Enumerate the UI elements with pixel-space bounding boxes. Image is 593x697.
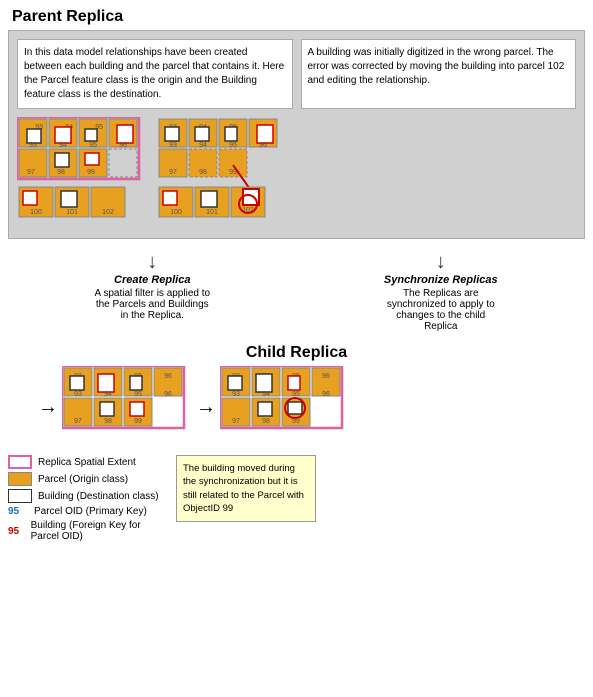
svg-text:99: 99 bbox=[134, 418, 142, 425]
child-replica-title: Child Replica bbox=[8, 344, 585, 362]
svg-text:102: 102 bbox=[102, 209, 114, 216]
child-right-parcels: 93 94 95 96 93 94 95 96 97 98 bbox=[220, 366, 360, 449]
svg-text:98: 98 bbox=[57, 169, 65, 176]
svg-text:96: 96 bbox=[164, 373, 172, 380]
svg-text:97: 97 bbox=[169, 169, 177, 176]
svg-text:98: 98 bbox=[104, 418, 112, 425]
svg-text:98: 98 bbox=[199, 169, 207, 176]
legend-col: Replica Spatial Extent Parcel (Origin cl… bbox=[8, 455, 168, 545]
legend-orange-box bbox=[8, 472, 32, 486]
child-left-parcels: 93 94 95 96 93 94 95 96 97 98 bbox=[62, 366, 192, 449]
legend-parcel-origin: Parcel (Origin class) bbox=[8, 472, 168, 486]
svg-text:93: 93 bbox=[74, 391, 82, 398]
svg-text:96: 96 bbox=[322, 373, 330, 380]
sync-replicas-box: ↓ Synchronize Replicas The Replicas are … bbox=[297, 247, 586, 332]
parent-left-parcels: 93 94 95 96 97 98 bbox=[17, 117, 147, 230]
svg-text:97: 97 bbox=[74, 418, 82, 425]
svg-text:95: 95 bbox=[89, 142, 97, 149]
legend-replica-label: Replica Spatial Extent bbox=[38, 457, 136, 468]
legend-building-dest: Building (Destination class) bbox=[8, 489, 168, 503]
svg-text:99: 99 bbox=[292, 418, 300, 425]
legend-red-num: 95 bbox=[8, 526, 25, 537]
left-parcel-svg: 93 94 95 96 97 98 bbox=[17, 117, 147, 227]
legend-building-label: Building (Destination class) bbox=[38, 491, 159, 502]
child-visual-col: The building moved during the synchroniz… bbox=[176, 455, 585, 545]
sync-replicas-desc: The Replicas are synchronized to apply t… bbox=[381, 288, 501, 332]
legend-blue-num: 95 bbox=[8, 506, 28, 517]
down-arrow-left: ↓ bbox=[147, 251, 157, 274]
parent-replica-box: In this data model relationships have be… bbox=[8, 30, 585, 239]
legend-replica-spatial: Replica Spatial Extent bbox=[8, 455, 168, 469]
svg-text:96: 96 bbox=[322, 391, 330, 398]
svg-text:100: 100 bbox=[170, 209, 182, 216]
svg-text:96: 96 bbox=[119, 142, 127, 149]
child-right-svg: 93 94 95 96 93 94 95 96 97 98 bbox=[220, 366, 360, 446]
right-parcel-svg: 93 94 95 96 93 94 95 96 bbox=[157, 117, 307, 227]
create-replica-desc: A spatial filter is applied to the Parce… bbox=[92, 288, 212, 321]
svg-text:94: 94 bbox=[262, 391, 270, 398]
legend-white-box bbox=[8, 489, 32, 503]
legend-parcel-oid-label: Parcel OID (Primary Key) bbox=[34, 506, 147, 517]
legend-building-fk: 95 Building (Foreign Key for Parcel OID) bbox=[8, 520, 168, 542]
svg-text:93: 93 bbox=[29, 142, 37, 149]
svg-text:99: 99 bbox=[87, 169, 95, 176]
create-replica-label: Create Replica bbox=[114, 274, 190, 286]
svg-text:96: 96 bbox=[259, 142, 267, 149]
svg-text:98: 98 bbox=[262, 418, 270, 425]
legend-pink-box bbox=[8, 455, 32, 469]
info-box-right: A building was initially digitized in th… bbox=[301, 39, 577, 109]
svg-text:94: 94 bbox=[199, 142, 207, 149]
child-replica-row: → 93 94 95 96 93 94 95 96 97 bbox=[8, 366, 585, 449]
parcel-grids-row: 93 94 95 96 97 98 bbox=[17, 117, 576, 230]
parent-right-parcels: 93 94 95 96 93 94 95 96 bbox=[157, 117, 307, 230]
bottom-section: Replica Spatial Extent Parcel (Origin cl… bbox=[8, 455, 585, 545]
legend-building-fk-label: Building (Foreign Key for Parcel OID) bbox=[31, 520, 168, 542]
svg-text:96: 96 bbox=[164, 391, 172, 398]
svg-text:95: 95 bbox=[292, 391, 300, 398]
create-replica-box: ↓ Create Replica A spatial filter is app… bbox=[8, 247, 297, 321]
svg-text:97: 97 bbox=[232, 418, 240, 425]
sync-replicas-label: Synchronize Replicas bbox=[384, 274, 498, 286]
down-arrow-right: ↓ bbox=[436, 251, 446, 274]
svg-text:97: 97 bbox=[27, 169, 35, 176]
sync-callout: The building moved during the synchroniz… bbox=[176, 455, 316, 522]
child-left-svg: 93 94 95 96 93 94 95 96 97 98 bbox=[62, 366, 192, 446]
svg-text:95: 95 bbox=[229, 142, 237, 149]
svg-text:94: 94 bbox=[104, 391, 112, 398]
child-right-arrow: → bbox=[196, 396, 216, 419]
svg-text:101: 101 bbox=[206, 209, 218, 216]
arrow-section: ↓ Create Replica A spatial filter is app… bbox=[8, 239, 585, 340]
legend-parcel-oid: 95 Parcel OID (Primary Key) bbox=[8, 506, 168, 517]
info-box-left: In this data model relationships have be… bbox=[17, 39, 293, 109]
svg-text:93: 93 bbox=[169, 142, 177, 149]
svg-text:101: 101 bbox=[66, 209, 78, 216]
svg-text:95: 95 bbox=[134, 391, 142, 398]
child-arrow-down: → bbox=[38, 396, 58, 419]
parent-top-row: In this data model relationships have be… bbox=[17, 39, 576, 109]
parent-replica-title: Parent Replica bbox=[12, 8, 585, 26]
svg-text:94: 94 bbox=[59, 142, 67, 149]
svg-text:100: 100 bbox=[30, 209, 42, 216]
legend-parcel-label: Parcel (Origin class) bbox=[38, 474, 128, 485]
svg-text:93: 93 bbox=[232, 391, 240, 398]
